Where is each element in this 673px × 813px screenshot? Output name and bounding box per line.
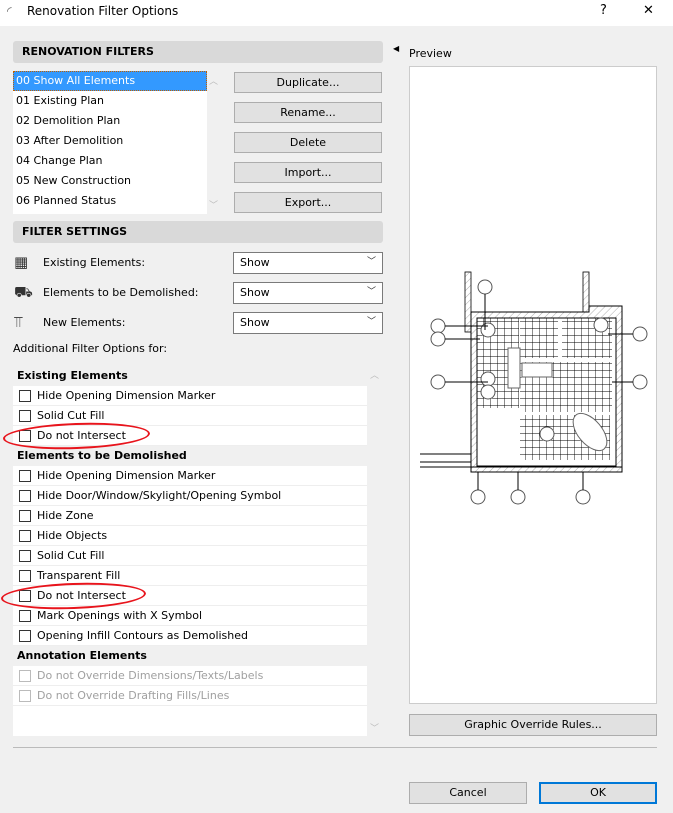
filter-setting-dropdown[interactable]: Show ﹀: [233, 252, 383, 274]
option-checkbox-row[interactable]: Mark Openings with X Symbol: [13, 606, 367, 626]
filter-list-item[interactable]: 01 Existing Plan: [13, 91, 207, 111]
filter-list[interactable]: 00 Show All Elements 01 Existing Plan 02 D…: [13, 71, 207, 214]
filter-setting-label: Elements to be Demolished:: [43, 286, 199, 299]
import-button[interactable]: Import...: [234, 162, 382, 183]
filter-settings-header: FILTER SETTINGS: [13, 221, 383, 243]
delete-button[interactable]: Delete: [234, 132, 382, 153]
chevron-down-icon: ﹀: [366, 257, 376, 267]
option-checkbox-row[interactable]: Hide Objects: [13, 526, 367, 546]
checkbox[interactable]: [19, 550, 31, 562]
window-title: Renovation Filter Options: [27, 4, 179, 18]
filter-list-item[interactable]: 04 Change Plan: [13, 151, 207, 171]
checkbox[interactable]: [19, 390, 31, 402]
option-label: Solid Cut Fill: [37, 549, 105, 562]
help-button[interactable]: ?: [600, 3, 607, 18]
option-label: Hide Door/Window/Skylight/Opening Symbol: [37, 489, 282, 502]
option-label: Hide Opening Dimension Marker: [37, 389, 216, 402]
additional-options-label: Additional Filter Options for:: [13, 342, 168, 355]
option-checkbox-row[interactable]: Opening Infill Contours as Demolished: [13, 626, 367, 646]
checkbox[interactable]: [19, 430, 31, 442]
dropdown-value: Show: [240, 316, 270, 329]
rename-button[interactable]: Rename...: [234, 102, 382, 123]
checkbox: [19, 690, 31, 702]
bulldozer-icon: ⛟: [14, 283, 33, 301]
divider: [13, 747, 657, 748]
option-label: Hide Objects: [37, 529, 108, 542]
option-checkbox-row[interactable]: Solid Cut Fill: [13, 406, 367, 426]
filter-list-item[interactable]: 02 Demolition Plan: [13, 111, 207, 131]
filter-setting-label: New Elements:: [43, 316, 126, 329]
filter-list-item[interactable]: 05 New Construction: [13, 171, 207, 191]
option-label: Do not Override Drafting Fills/Lines: [37, 689, 230, 702]
option-label: Opening Infill Contours as Demolished: [37, 629, 249, 642]
checkbox[interactable]: [19, 410, 31, 422]
dropdown-value: Show: [240, 256, 270, 269]
ok-button[interactable]: OK: [539, 782, 657, 804]
filter-setting-dropdown[interactable]: Show ﹀: [233, 312, 383, 334]
option-label: Mark Openings with X Symbol: [37, 609, 203, 622]
option-checkbox-row[interactable]: Hide Opening Dimension Marker: [13, 466, 367, 486]
close-button[interactable]: ✕: [643, 3, 654, 18]
filter-list-item[interactable]: 00 Show All Elements: [13, 71, 207, 91]
option-checkbox-row[interactable]: Hide Zone: [13, 506, 367, 526]
renovation-filters-header: RENOVATION FILTERS: [13, 41, 383, 63]
checkbox: [19, 670, 31, 682]
option-label: Hide Opening Dimension Marker: [37, 469, 216, 482]
option-group-header: Existing Elements: [13, 366, 367, 386]
duplicate-button[interactable]: Duplicate...: [234, 72, 382, 93]
collapse-arrow-icon[interactable]: ◀: [393, 44, 399, 53]
checkbox[interactable]: [19, 470, 31, 482]
option-checkbox-row[interactable]: Solid Cut Fill: [13, 546, 367, 566]
list-scroll-down[interactable]: ﹀: [209, 198, 218, 211]
option-checkbox-row[interactable]: Hide Opening Dimension Marker: [13, 386, 367, 406]
app-icon: ◜: [7, 4, 12, 18]
option-checkbox-row: Do not Override Dimensions/Texts/Labels: [13, 666, 367, 686]
checkbox[interactable]: [19, 510, 31, 522]
crane-icon: ⫪: [14, 313, 23, 331]
filter-list-item[interactable]: 06 Planned Status: [13, 191, 207, 211]
title-bar: ◜ Renovation Filter Options ? ✕: [0, 0, 673, 26]
option-label: Do not Override Dimensions/Texts/Labels: [37, 669, 264, 682]
checkbox[interactable]: [19, 630, 31, 642]
option-checkbox-row[interactable]: Do not Intersect: [13, 426, 367, 446]
filter-setting-dropdown[interactable]: Show ﹀: [233, 282, 383, 304]
additional-options-list[interactable]: Existing Elements Hide Opening Dimension …: [13, 366, 367, 736]
floor-plan-preview: [420, 271, 648, 505]
export-button[interactable]: Export...: [234, 192, 382, 213]
list-scroll-up[interactable]: ︿: [209, 74, 218, 87]
option-label: Transparent Fill: [37, 569, 121, 582]
option-label: Solid Cut Fill: [37, 409, 105, 422]
brick-wall-icon: ▦: [14, 253, 29, 271]
cancel-button[interactable]: Cancel: [409, 782, 527, 804]
checkbox[interactable]: [19, 590, 31, 602]
checkbox[interactable]: [19, 490, 31, 502]
chevron-down-icon: ﹀: [366, 317, 376, 327]
checkbox[interactable]: [19, 570, 31, 582]
option-checkbox-row: Do not Override Drafting Fills/Lines: [13, 686, 367, 706]
scroll-down-icon[interactable]: ﹀: [370, 721, 379, 734]
scroll-up-icon[interactable]: ︿: [370, 368, 379, 381]
option-checkbox-row[interactable]: Hide Door/Window/Skylight/Opening Symbol: [13, 486, 367, 506]
chevron-down-icon: ﹀: [366, 287, 376, 297]
options-scrollbar[interactable]: ︿ ﹀: [367, 366, 383, 736]
dropdown-value: Show: [240, 286, 270, 299]
option-label: Do not Intersect: [37, 429, 126, 442]
checkbox[interactable]: [19, 610, 31, 622]
option-label: Hide Zone: [37, 509, 94, 522]
option-group-header: Elements to be Demolished: [13, 446, 367, 466]
checkbox[interactable]: [19, 530, 31, 542]
filter-setting-label: Existing Elements:: [43, 256, 146, 269]
option-label: Do not Intersect: [37, 589, 126, 602]
option-group-header: Annotation Elements: [13, 646, 367, 666]
preview-pane: [409, 66, 657, 704]
graphic-override-rules-button[interactable]: Graphic Override Rules...: [409, 714, 657, 736]
preview-label: Preview: [409, 47, 452, 60]
filter-list-item[interactable]: 03 After Demolition: [13, 131, 207, 151]
option-checkbox-row[interactable]: Transparent Fill: [13, 566, 367, 586]
option-checkbox-row[interactable]: Do not Intersect: [13, 586, 367, 606]
